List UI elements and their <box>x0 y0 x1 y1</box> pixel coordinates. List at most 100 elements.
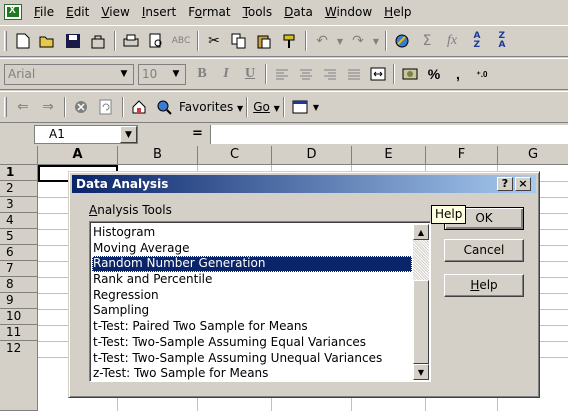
list-item[interactable]: Histogram <box>92 225 412 241</box>
menu-file[interactable]: File <box>28 0 60 24</box>
align-right-icon[interactable] <box>318 63 342 85</box>
search-web-icon[interactable] <box>152 96 176 118</box>
list-item[interactable]: Rank and Percentile <box>92 272 412 288</box>
column-header-a[interactable]: A <box>38 146 118 165</box>
row-header-9[interactable]: 9 <box>0 293 38 309</box>
scroll-down-icon[interactable]: ▼ <box>413 364 429 380</box>
refresh-icon[interactable] <box>94 96 118 118</box>
row-header-2[interactable]: 2 <box>0 181 38 197</box>
align-center-icon[interactable] <box>294 63 318 85</box>
insert-function-icon[interactable]: fx <box>440 30 464 52</box>
currency-icon[interactable] <box>398 63 422 85</box>
column-header-g[interactable]: G <box>498 146 568 165</box>
row-header-4[interactable]: 4 <box>0 213 38 229</box>
toolbar-grip[interactable] <box>4 97 7 117</box>
formula-input[interactable] <box>210 125 568 144</box>
favorites-menu[interactable]: Favorites ▼ <box>179 100 243 114</box>
bold-button[interactable]: B <box>190 63 214 85</box>
merge-center-icon[interactable] <box>366 63 390 85</box>
list-item[interactable]: t-Test: Paired Two Sample for Means <box>92 319 412 335</box>
list-item[interactable]: z-Test: Two Sample for Means <box>92 366 412 381</box>
formula-equals[interactable]: = <box>192 126 203 141</box>
chevron-down-icon[interactable]: ▼ <box>313 103 319 112</box>
scroll-up-icon[interactable]: ▲ <box>413 224 429 240</box>
menu-format[interactable]: Format <box>182 0 236 24</box>
menu-view[interactable]: View <box>95 0 135 24</box>
menu-tools[interactable]: Tools <box>237 0 279 24</box>
forward-icon[interactable]: ⇒ <box>36 96 60 118</box>
redo-dropdown-icon[interactable]: ▼ <box>371 30 381 52</box>
undo-icon[interactable]: ↶ <box>310 30 334 52</box>
list-item[interactable]: t-Test: Two-Sample Assuming Unequal Vari… <box>92 351 412 367</box>
justify-icon[interactable] <box>342 63 366 85</box>
row-header-8[interactable]: 8 <box>0 277 38 293</box>
menu-insert[interactable]: Insert <box>136 0 182 24</box>
chevron-down-icon[interactable]: ▼ <box>168 66 184 83</box>
sort-descending-icon[interactable]: ZA <box>490 30 514 52</box>
menu-help[interactable]: Help <box>378 0 417 24</box>
scroll-thumb[interactable] <box>413 280 429 364</box>
permission-icon[interactable] <box>86 30 110 52</box>
sort-ascending-icon[interactable]: AZ <box>465 30 489 52</box>
copy-icon[interactable] <box>227 30 251 52</box>
print-icon[interactable] <box>119 30 143 52</box>
comma-button[interactable]: , <box>446 63 470 85</box>
go-menu[interactable]: Go ▼ <box>253 100 280 114</box>
show-web-toolbar-icon[interactable] <box>288 96 312 118</box>
column-header-f[interactable]: F <box>426 146 498 165</box>
toolbar-grip[interactable] <box>4 31 7 51</box>
column-header-e[interactable]: E <box>352 146 426 165</box>
column-header-d[interactable]: D <box>272 146 352 165</box>
redo-icon[interactable]: ↷ <box>346 30 370 52</box>
underline-button[interactable]: U <box>238 63 262 85</box>
list-scrollbar[interactable]: ▲ ▼ <box>413 224 429 380</box>
format-painter-icon[interactable] <box>277 30 301 52</box>
home-icon[interactable] <box>127 96 151 118</box>
new-icon[interactable] <box>11 30 35 52</box>
italic-button[interactable]: I <box>214 63 238 85</box>
percent-button[interactable]: % <box>422 63 446 85</box>
column-header-b[interactable]: B <box>118 146 198 165</box>
select-all-corner[interactable] <box>0 146 38 165</box>
hyperlink-icon[interactable] <box>390 30 414 52</box>
row-header-6[interactable]: 6 <box>0 245 38 261</box>
list-item[interactable]: Regression <box>92 288 412 304</box>
align-left-icon[interactable] <box>270 63 294 85</box>
back-icon[interactable]: ⇐ <box>11 96 35 118</box>
column-header-c[interactable]: C <box>198 146 272 165</box>
row-header-12[interactable]: 12 <box>0 341 38 411</box>
help-button[interactable]: Help <box>444 274 524 297</box>
row-header-1[interactable]: 1 <box>0 165 38 181</box>
close-icon[interactable]: × <box>515 177 531 191</box>
row-header-7[interactable]: 7 <box>0 261 38 277</box>
spelling-icon[interactable]: ABC <box>169 30 193 52</box>
row-header-3[interactable]: 3 <box>0 197 38 213</box>
excel-doc-icon[interactable] <box>4 4 22 20</box>
row-header-5[interactable]: 5 <box>0 229 38 245</box>
save-icon[interactable] <box>61 30 85 52</box>
dialog-title-bar[interactable]: Data Analysis ? × <box>72 175 536 193</box>
increase-decimal-icon[interactable]: ⁺.0 <box>470 63 494 85</box>
row-header-10[interactable]: 10 <box>0 309 38 325</box>
list-item[interactable]: t-Test: Two-Sample Assuming Equal Varian… <box>92 335 412 351</box>
font-name-combo[interactable]: Arial ▼ <box>4 63 134 85</box>
list-item[interactable]: Moving Average <box>92 241 412 257</box>
row-header-11[interactable]: 11 <box>0 325 38 341</box>
undo-dropdown-icon[interactable]: ▼ <box>335 30 345 52</box>
chevron-down-icon[interactable]: ▼ <box>120 126 137 143</box>
chevron-down-icon[interactable]: ▼ <box>116 66 132 83</box>
print-preview-icon[interactable] <box>144 30 168 52</box>
analysis-tools-list[interactable]: Histogram Moving Average Random Number Gen… <box>89 221 431 382</box>
menu-window[interactable]: Window <box>319 0 378 24</box>
list-item[interactable]: Sampling <box>92 303 412 319</box>
cancel-button[interactable]: Cancel <box>444 239 524 262</box>
menu-data[interactable]: Data <box>278 0 319 24</box>
cut-icon[interactable]: ✂ <box>202 30 226 52</box>
paste-icon[interactable] <box>252 30 276 52</box>
help-question-icon[interactable]: ? <box>497 177 513 191</box>
list-item[interactable]: Random Number Generation <box>92 256 412 273</box>
font-size-combo[interactable]: 10 ▼ <box>138 63 186 85</box>
open-icon[interactable] <box>36 30 60 52</box>
menu-edit[interactable]: Edit <box>60 0 95 24</box>
stop-icon[interactable] <box>69 96 93 118</box>
